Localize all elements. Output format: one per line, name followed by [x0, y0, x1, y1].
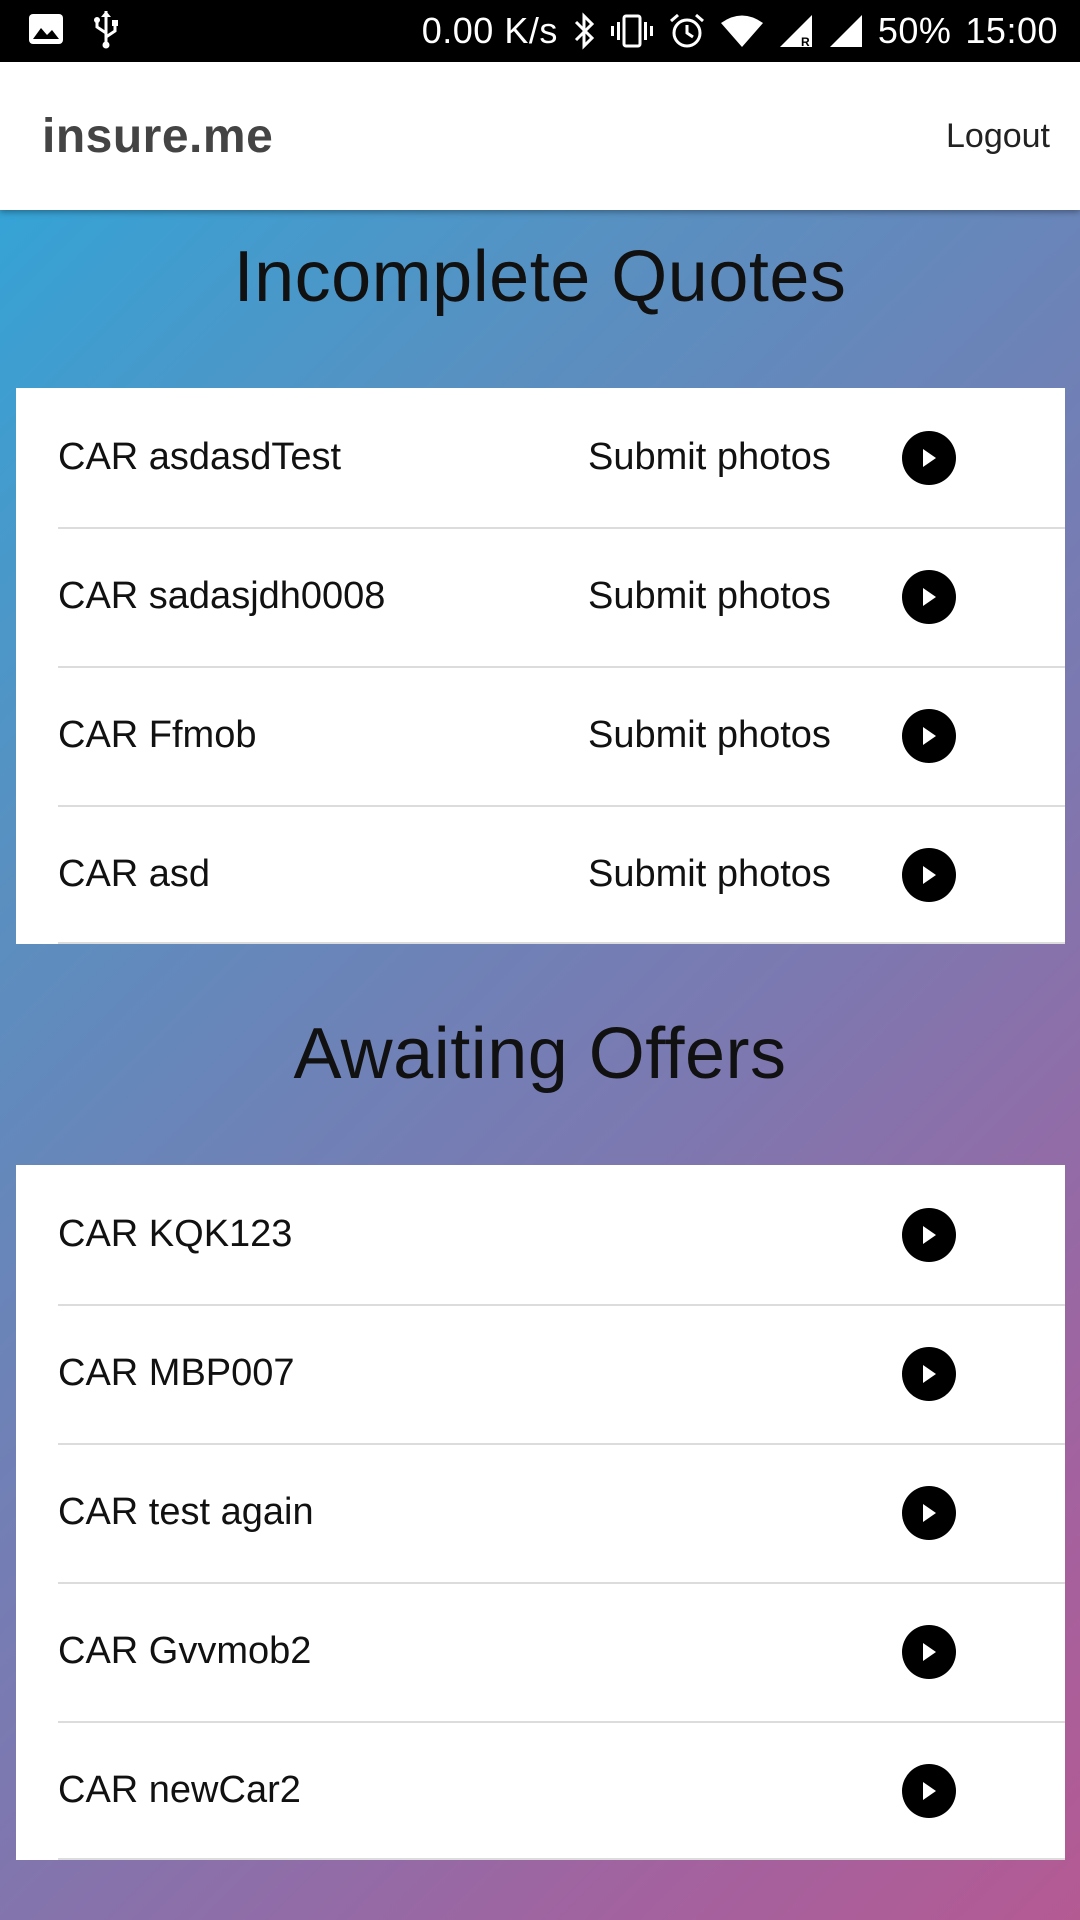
quote-label: CAR sadasjdh0008: [58, 575, 386, 617]
signal-icon: [828, 13, 864, 49]
quote-row[interactable]: CAR asd Submit photos: [16, 805, 1065, 944]
quote-label: CAR asd: [58, 853, 211, 895]
awaiting-offers-title: Awaiting Offers: [293, 1014, 787, 1094]
play-circle-icon[interactable]: [902, 569, 956, 624]
play-circle-icon[interactable]: [902, 1763, 956, 1818]
play-circle-icon[interactable]: [902, 1346, 956, 1401]
offer-label: CAR newCar2: [58, 1769, 301, 1811]
submit-photos-label: Submit photos: [588, 436, 831, 478]
alarm-icon: [668, 12, 706, 50]
usb-icon: [92, 9, 120, 54]
awaiting-offers-list: CAR KQK123 CAR MBP007 CAR test again CAR…: [16, 1165, 1065, 1860]
quote-row[interactable]: CAR asdasdTest Submit photos: [16, 388, 1065, 527]
play-circle-icon[interactable]: [902, 1485, 956, 1540]
offer-row[interactable]: CAR KQK123: [16, 1165, 1065, 1304]
play-circle-icon[interactable]: [902, 847, 956, 902]
clock: 15:00: [965, 10, 1058, 51]
play-circle-icon[interactable]: [902, 708, 956, 763]
incomplete-quotes-title: Incomplete Quotes: [233, 237, 847, 317]
offer-row[interactable]: CAR MBP007: [16, 1304, 1065, 1443]
quote-label: CAR Ffmob: [58, 714, 257, 756]
image-icon: [28, 13, 64, 50]
vibrate-icon: [610, 13, 654, 49]
play-circle-icon[interactable]: [902, 430, 956, 485]
svg-text:R: R: [801, 35, 810, 49]
submit-photos-label: Submit photos: [588, 714, 831, 756]
offer-row[interactable]: CAR newCar2: [16, 1721, 1065, 1860]
submit-photos-label: Submit photos: [588, 853, 831, 895]
quote-row[interactable]: CAR Ffmob Submit photos: [16, 666, 1065, 805]
quote-label: CAR asdasdTest: [58, 436, 342, 478]
offer-label: CAR MBP007: [58, 1352, 295, 1394]
quote-row[interactable]: CAR sadasjdh0008 Submit photos: [16, 527, 1065, 666]
submit-photos-label: Submit photos: [588, 575, 831, 617]
offer-label: CAR KQK123: [58, 1213, 293, 1255]
offer-label: CAR Gvvmob2: [58, 1630, 312, 1672]
wifi-icon: [720, 14, 764, 48]
offer-label: CAR test again: [58, 1491, 314, 1533]
bluetooth-icon: [572, 12, 596, 50]
offer-row[interactable]: CAR test again: [16, 1443, 1065, 1582]
battery-level: 50%: [877, 10, 952, 51]
play-circle-icon[interactable]: [902, 1624, 956, 1679]
brand-logo: insure.me: [42, 109, 274, 163]
logout-button[interactable]: Logout: [946, 117, 1050, 156]
incomplete-quotes-list: CAR asdasdTest Submit photos CAR sadasjd…: [16, 388, 1065, 944]
play-circle-icon[interactable]: [902, 1207, 956, 1262]
app-header: insure.me Logout: [0, 62, 1080, 210]
signal-r-icon: R: [778, 13, 814, 49]
network-speed: 0.00 K/s: [421, 10, 558, 51]
status-bar: 0.00 K/s R 50% 15:00: [0, 0, 1080, 62]
offer-row[interactable]: CAR Gvvmob2: [16, 1582, 1065, 1721]
